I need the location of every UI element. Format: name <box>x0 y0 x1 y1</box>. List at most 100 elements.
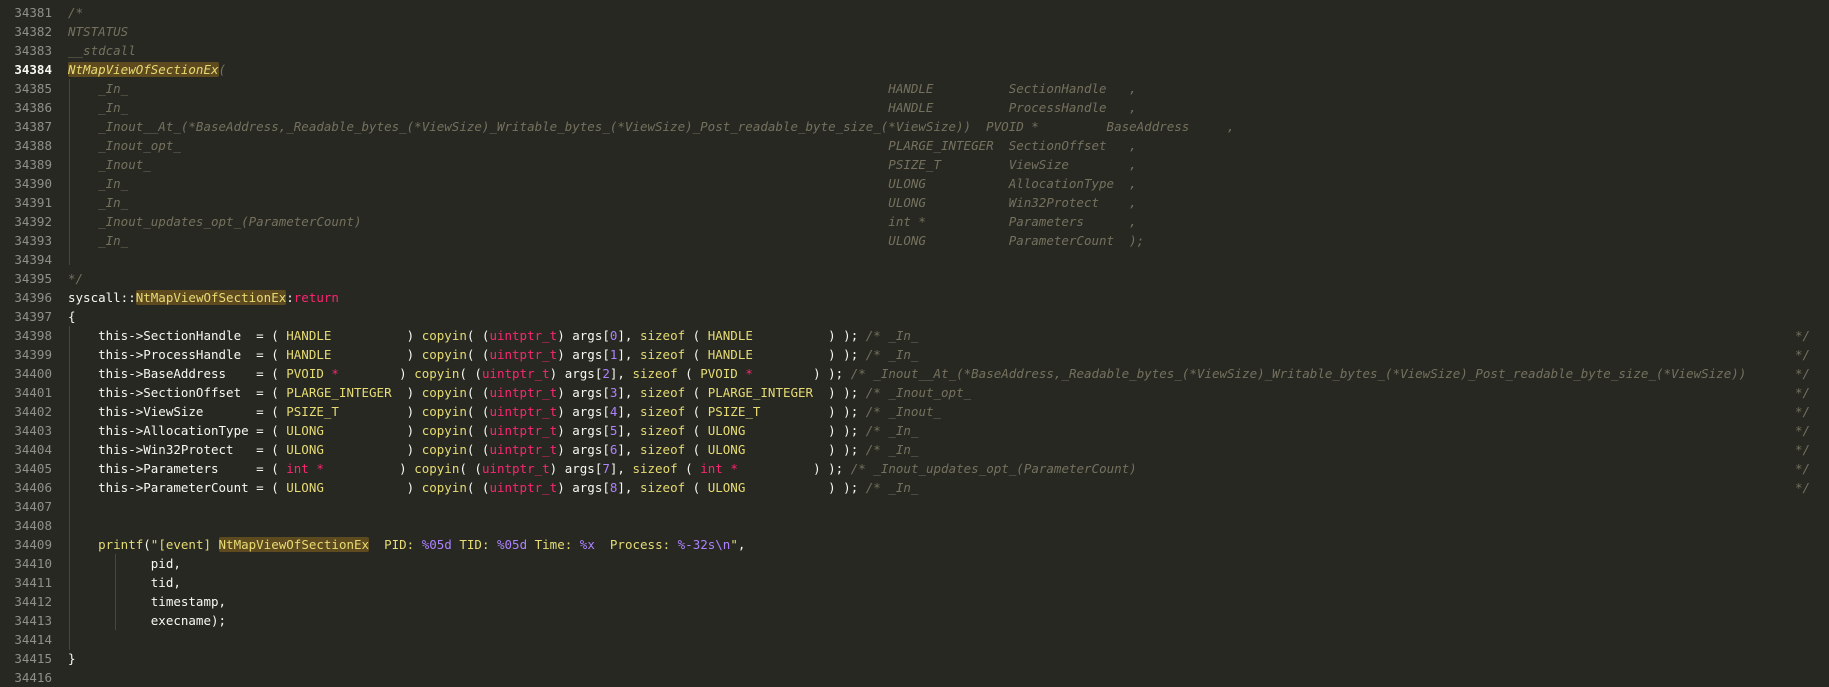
line-number: 34388 <box>14 138 52 153</box>
code-line[interactable]: 34414 <box>0 630 1829 649</box>
code-text: syscall::NtMapViewOfSectionEx:return <box>68 288 339 307</box>
code-line[interactable]: 34387 _Inout__At_(*BaseAddress,_Readable… <box>0 117 1829 136</box>
line-number: 34407 <box>14 499 52 514</box>
line-number: 34397 <box>14 309 52 324</box>
code-line[interactable]: 34415} <box>0 649 1829 668</box>
code-token: ( <box>685 480 708 495</box>
code-token: ) <box>338 366 415 381</box>
code-line[interactable]: 34401 this->SectionOffset = ( PLARGE_INT… <box>0 383 1829 402</box>
line-number: 34399 <box>14 347 52 362</box>
code-token: ULONG <box>286 480 400 495</box>
code-line[interactable]: 34384 NtMapViewOfSectionEx( <box>0 60 1829 79</box>
code-line[interactable]: 34416 <box>0 668 1829 687</box>
code-token: PLARGE_INTEGER <box>707 385 821 400</box>
code-line[interactable]: 34383 __stdcall <box>0 41 1829 60</box>
code-line[interactable]: 34394 <box>0 250 1829 269</box>
code-line[interactable]: 34412 timestamp, <box>0 592 1829 611</box>
line-number: 34390 <box>14 176 52 191</box>
code-line[interactable]: 34381 /* <box>0 3 1829 22</box>
code-token: * <box>316 461 324 476</box>
code-line[interactable]: 34390 _In_ ULONG AllocationType , <box>0 174 1829 193</box>
comment-close: */ <box>1795 423 1811 438</box>
code-line[interactable]: 34409 printf("[event] NtMapViewOfSection… <box>0 535 1829 554</box>
code-token: ], <box>617 404 640 419</box>
code-line[interactable]: 34399 this->ProcessHandle = ( HANDLE ) c… <box>0 345 1829 364</box>
code-token: ) <box>323 461 415 476</box>
code-token: tid, <box>68 575 181 590</box>
code-line[interactable]: 34382 NTSTATUS <box>0 22 1829 41</box>
code-line[interactable]: 34386 _In_ HANDLE ProcessHandle , <box>0 98 1829 117</box>
code-line[interactable]: 34408 <box>0 516 1829 535</box>
code-line[interactable]: 34389 _Inout_ PSIZE_T ViewSize , <box>0 155 1829 174</box>
code-line[interactable]: 34398 this->SectionHandle = ( HANDLE ) c… <box>0 326 1829 345</box>
code-line[interactable]: 34395 */ <box>0 269 1829 288</box>
line-number: 34389 <box>14 157 52 172</box>
code-token: PVOID <box>286 366 332 381</box>
code-line[interactable]: 34411 tid, <box>0 573 1829 592</box>
code-token: /* _In_ <box>865 328 919 343</box>
code-text: this->ProcessHandle = ( HANDLE ) copyin(… <box>68 345 918 364</box>
code-text: printf("[event] NtMapViewOfSectionEx PID… <box>68 535 745 554</box>
code-token: ) <box>399 328 422 343</box>
code-line[interactable]: 34402 this->ViewSize = ( PSIZE_T ) copyi… <box>0 402 1829 421</box>
code-token: uintptr_t <box>489 480 558 495</box>
code-token: execname); <box>68 613 227 628</box>
code-token: ULONG <box>707 480 821 495</box>
code-token: int <box>700 461 723 476</box>
code-token: int <box>286 461 309 476</box>
line-number: 34396 <box>14 290 52 305</box>
code-token: sizeof <box>639 423 686 438</box>
code-text: this->Win32Protect = ( ULONG ) copyin( (… <box>68 440 918 459</box>
code-text: { <box>68 307 76 326</box>
code-line[interactable]: 34385 _In_ HANDLE SectionHandle , <box>0 79 1829 98</box>
code-token: : <box>286 290 294 305</box>
line-number: 34405 <box>14 461 52 476</box>
code-token: ULONG <box>286 423 400 438</box>
code-line[interactable]: 34392 _Inout_updates_opt_(ParameterCount… <box>0 212 1829 231</box>
code-token: ( ( <box>466 423 490 438</box>
code-token: %-32s\n <box>677 537 731 552</box>
code-token: ) ); <box>820 480 866 495</box>
code-token: copyin <box>421 423 467 438</box>
code-text: this->SectionOffset = ( PLARGE_INTEGER )… <box>68 383 971 402</box>
line-number: 34411 <box>14 575 52 590</box>
line-number: 34408 <box>14 518 52 533</box>
code-token: " <box>730 537 738 552</box>
code-token: sizeof <box>639 347 686 362</box>
code-editor[interactable]: 34381 /* 34382 NTSTATUS 34383 __stdcall 34384 N… <box>0 0 1829 685</box>
line-number: 34391 <box>14 195 52 210</box>
code-line[interactable]: 34407 <box>0 497 1829 516</box>
code-line[interactable]: 34413 execname); <box>0 611 1829 630</box>
code-token: /* _Inout__At_(*BaseAddress,_Readable_by… <box>850 366 1747 381</box>
code-line[interactable]: 34391 _In_ ULONG Win32Protect , <box>0 193 1829 212</box>
code-token: NTSTATUS <box>68 24 129 39</box>
code-token: Process: <box>594 537 678 552</box>
line-number: 34412 <box>14 594 52 609</box>
code-token: * <box>745 366 753 381</box>
code-text: this->AllocationType = ( ULONG ) copyin(… <box>68 421 918 440</box>
code-line[interactable]: 34406 this->ParameterCount = ( ULONG ) c… <box>0 478 1829 497</box>
code-line[interactable]: 34393 _In_ ULONG ParameterCount ); <box>0 231 1829 250</box>
code-token: copyin <box>421 480 467 495</box>
code-token: _In_ ULONG ParameterCount ); <box>68 233 1145 248</box>
code-token: _Inout_opt_ PLARGE_INTEGER SectionOffset… <box>68 138 1137 153</box>
code-line[interactable]: 34410 pid, <box>0 554 1829 573</box>
code-token: ) ); <box>820 347 866 362</box>
code-token: ], <box>609 366 633 381</box>
code-line[interactable]: 34396 syscall::NtMapViewOfSectionEx:retur… <box>0 288 1829 307</box>
code-text: _In_ HANDLE ProcessHandle , <box>68 98 1137 117</box>
code-text: pid, <box>68 554 181 573</box>
code-line[interactable]: 34397 { <box>0 307 1829 326</box>
code-line[interactable]: 34405 this->Parameters = ( int * ) copyi… <box>0 459 1829 478</box>
code-token: ( <box>685 385 708 400</box>
code-token: this->AllocationType = ( <box>68 423 287 438</box>
line-number: 34409 <box>14 537 52 552</box>
code-line[interactable]: 34404 this->Win32Protect = ( ULONG ) cop… <box>0 440 1829 459</box>
code-line[interactable]: 34403 this->AllocationType = ( ULONG ) c… <box>0 421 1829 440</box>
comment-close: */ <box>1795 480 1811 495</box>
code-text: NtMapViewOfSectionEx( <box>68 60 226 79</box>
code-line[interactable]: 34400 this->BaseAddress = ( PVOID * ) co… <box>0 364 1829 383</box>
code-token: ) ); <box>820 404 866 419</box>
code-token: ( <box>685 347 708 362</box>
code-line[interactable]: 34388 _Inout_opt_ PLARGE_INTEGER Section… <box>0 136 1829 155</box>
